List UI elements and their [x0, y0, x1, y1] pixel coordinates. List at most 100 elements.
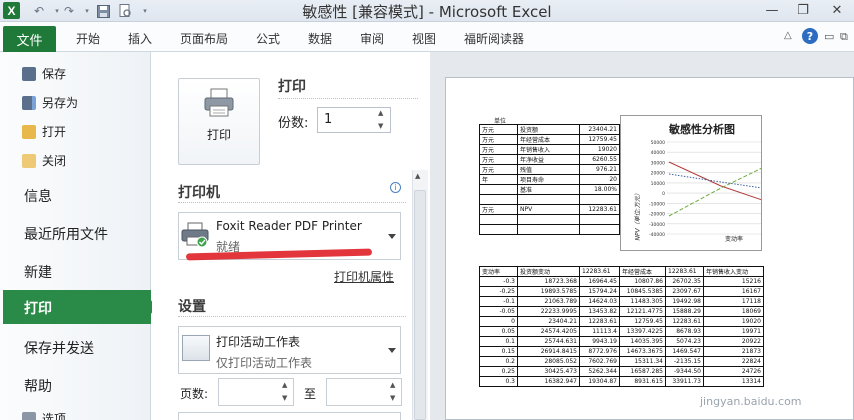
tab-page-layout[interactable]: 页面布局	[180, 30, 228, 47]
sheet-cell: 15888.29	[665, 306, 704, 317]
sheet-cell: 年经营成本	[517, 134, 580, 145]
nav-save-as[interactable]: 另存为	[22, 94, 78, 111]
tab-foxit-reader[interactable]: 福昕阅读器	[464, 30, 524, 47]
printer-name: Foxit Reader PDF Printer	[216, 219, 362, 233]
pages-to-label: 至	[304, 387, 317, 401]
sheet-cell: 19971	[703, 326, 764, 337]
sheet-cell: 22824	[703, 356, 764, 367]
minimize-icon[interactable]: —	[758, 0, 786, 20]
print-scope-arrow-icon	[388, 348, 396, 353]
tab-view[interactable]: 视图	[412, 30, 436, 47]
sheet-cell: 24574.4205	[517, 326, 580, 337]
nav-options[interactable]: 选项	[22, 410, 66, 420]
tab-home[interactable]: 开始	[76, 30, 100, 47]
sheet-cell	[517, 214, 580, 225]
nav-save-send[interactable]: 保存并发送	[24, 338, 94, 358]
sheet-cell: 12283.61	[665, 316, 704, 327]
sheet-cell: 16382.947	[517, 376, 580, 387]
chart-series-line	[668, 167, 761, 217]
tab-formulas[interactable]: 公式	[256, 30, 280, 47]
tab-file[interactable]: 文件	[3, 26, 56, 53]
sheet-cell: 17118	[703, 296, 764, 307]
sheet-cell: 22233.9995	[517, 306, 580, 317]
restore-icon[interactable]: ❐	[789, 0, 817, 20]
sheet-cell: 12283.61	[579, 266, 620, 277]
tab-review[interactable]: 审阅	[360, 30, 384, 47]
nav-print[interactable]: 打印	[24, 298, 52, 318]
table-row: -0.3 18723.368 16964.45 10807.86 26702.35 152…	[479, 276, 764, 287]
table-row: -0.25 19893.5785 15794.24 10845.5385 23097.6…	[479, 286, 764, 297]
chart-plot: 50000 40000 30000 20000 10000 0 -10000 -20000 -3…	[649, 140, 761, 238]
table-row: 万元 投资额 23404.21	[479, 124, 620, 135]
print-scope-desc: 仅打印活动工作表	[216, 356, 313, 370]
pages-from-up-icon[interactable]: ▲	[282, 381, 287, 389]
sheet-cell: 12283.61	[579, 316, 620, 327]
sheet-cell: 6260.55	[579, 154, 620, 165]
sheet-cell: 14035.395	[619, 336, 666, 347]
nav-open[interactable]: 打开	[22, 123, 66, 140]
sheet-cell: 年经营成本	[619, 266, 666, 277]
nav-save[interactable]: 保存	[22, 65, 66, 82]
nav-open-label: 打开	[42, 125, 67, 139]
settings-heading: 设置	[178, 299, 206, 315]
printer-properties-link[interactable]: 打印机属性	[334, 268, 394, 285]
scroll-up-icon[interactable]: ▲	[415, 172, 420, 180]
ribbon-collapse-icon[interactable]: △	[784, 30, 792, 41]
parameters-table-grid: 万元 投资额 23404.21 万元 年经营成本 12759.45 万元 年销售收入 19020…	[479, 124, 620, 235]
sheet-cell: 5262.344	[579, 366, 620, 377]
help-icon[interactable]: ?	[802, 28, 818, 44]
nav-info[interactable]: 信息	[24, 186, 52, 206]
table-row: 万元 残值 976.21	[479, 164, 620, 175]
nav-new[interactable]: 新建	[24, 262, 52, 282]
sheet-cell: 0.1	[479, 336, 518, 347]
sheet-cell: 基准	[517, 184, 580, 195]
table-row	[479, 224, 620, 235]
chart-ytick-label: 50000	[651, 140, 665, 146]
sheet-cell: -0.25	[479, 286, 518, 297]
sheet-cell: 18.00%	[579, 184, 620, 195]
nav-close[interactable]: 关闭	[22, 152, 66, 169]
sheet-cell: 23097.67	[665, 286, 704, 297]
sheet-cell: 10807.86	[619, 276, 666, 287]
print-button-label: 打印	[206, 128, 231, 142]
copies-label: 份数:	[278, 116, 309, 131]
tab-data[interactable]: 数据	[308, 30, 332, 47]
scrollbar-thumb[interactable]	[414, 190, 426, 420]
copies-down-icon[interactable]: ▼	[378, 122, 383, 130]
window-restore-small-icon[interactable]: ⧉	[840, 30, 848, 44]
close-icon[interactable]: ✕	[820, 0, 854, 20]
copies-up-icon[interactable]: ▲	[378, 109, 383, 117]
sheet-cell: 16587.285	[619, 366, 666, 377]
nav-help[interactable]: 帮助	[24, 376, 52, 396]
pages-from-down-icon[interactable]: ▼	[282, 394, 287, 402]
table-row: 0.05 24574.4205 11113.4 13397.4225 8678.93 19…	[479, 326, 764, 337]
table-row: 年项目寿命 20	[479, 174, 620, 185]
sheet-cell	[579, 224, 620, 235]
sheet-cell: 项目寿命	[517, 174, 580, 185]
sheet-cell: 13314	[703, 376, 764, 387]
sheet-cell: 15311.34	[619, 356, 666, 367]
sheet-cell: 万元	[479, 124, 518, 135]
save-icon	[22, 66, 36, 81]
pages-to-down-icon[interactable]: ▼	[390, 394, 395, 402]
nav-recent[interactable]: 最近所用文件	[24, 224, 108, 244]
divider	[178, 202, 406, 203]
sheet-cell: 19304.87	[579, 376, 620, 387]
sheet-cell: 5074.23	[665, 336, 704, 347]
table-header-row: 变动率 投资额变动 12283.61 年经营成本 12283.61 年销售收入变动	[479, 266, 764, 277]
next-setting-dropdown[interactable]	[178, 412, 401, 420]
sheet-cell: 12759.45	[579, 134, 620, 145]
info-icon[interactable]: i	[390, 182, 401, 193]
sheet-cell: 20	[579, 174, 620, 185]
print-scope-title: 打印活动工作表	[216, 335, 301, 349]
tab-insert[interactable]: 插入	[128, 30, 152, 47]
pages-to-up-icon[interactable]: ▲	[390, 381, 395, 389]
chart-ytick-label: 40000	[651, 150, 665, 156]
chart-ytick-label: -20000	[649, 212, 665, 218]
sheet-cell: 万元	[479, 154, 518, 165]
window-minimize-small-icon[interactable]: ▭	[824, 30, 834, 43]
sheet-cell: 投资额	[517, 124, 580, 135]
sheet-cell: 0.15	[479, 346, 518, 357]
sheet-cell: 年销售收入变动	[703, 266, 764, 277]
sheet-cell: 10845.5385	[619, 286, 666, 297]
